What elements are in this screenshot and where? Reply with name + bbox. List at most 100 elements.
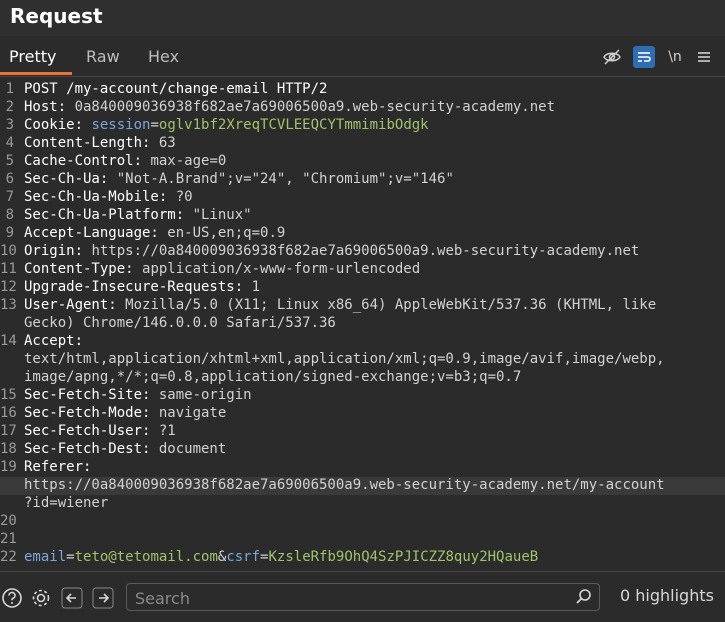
cookie-part: Cookie: bbox=[24, 117, 92, 133]
line-number: 18 bbox=[0, 441, 17, 457]
header-value: en-US,en;q=0.9 bbox=[167, 225, 286, 241]
line-number: 10 bbox=[0, 243, 17, 259]
header-name: Content-Length: bbox=[24, 135, 159, 151]
code-line[interactable]: ?id=wiener bbox=[0, 495, 725, 513]
header-value: https://0a840009036938f682ae7a69006500a9… bbox=[24, 477, 665, 493]
line-content: POST /my-account/change-email HTTP/2 bbox=[24, 81, 327, 97]
line-content: Upgrade-Insecure-Requests: 1 bbox=[24, 279, 260, 295]
search-box bbox=[126, 583, 600, 611]
code-line[interactable]: 4 Content-Length: 63 bbox=[0, 135, 725, 153]
header-value: Mozilla/5.0 (X11; Linux x86_64) AppleWeb… bbox=[125, 297, 657, 313]
line-content: Origin: https://0a840009036938f682ae7a69… bbox=[24, 243, 639, 259]
code-line[interactable]: 16 Sec-Fetch-Mode: navigate bbox=[0, 405, 725, 423]
code-line[interactable]: 15 Sec-Fetch-Site: same-origin bbox=[0, 387, 725, 405]
cookie-part: oglv1bf2XreqTCVLEEQCYTmmimibOdgk bbox=[158, 117, 429, 133]
help-icon[interactable] bbox=[0, 586, 24, 610]
code-line[interactable]: 19 Referer: bbox=[0, 459, 725, 477]
code-line[interactable]: 13 User-Agent: Mozilla/5.0 (X11; Linux x8… bbox=[0, 297, 725, 315]
line-content: Host: 0a840009036938f682ae7a69006500a9.w… bbox=[24, 99, 555, 115]
code-line[interactable]: 5 Cache-Control: max-age=0 bbox=[0, 153, 725, 171]
code-line[interactable]: image/apng,*/*;q=0.8,application/signed-… bbox=[0, 369, 725, 387]
code-line[interactable]: 3 Cookie: session=oglv1bf2XreqTCVLEEQCYTm… bbox=[0, 117, 725, 135]
line-content: Sec-Ch-Ua-Mobile: ?0 bbox=[24, 189, 193, 205]
line-content: Sec-Ch-Ua: "Not-A.Brand";v="24", "Chromi… bbox=[24, 171, 454, 187]
header-value: 0a840009036938f682ae7a69006500a9.web-sec… bbox=[74, 99, 556, 115]
code-line[interactable]: 20 bbox=[0, 513, 725, 531]
tab-hex[interactable]: Hex bbox=[148, 47, 179, 66]
line-number: 14 bbox=[0, 333, 17, 349]
code-line[interactable]: https://0a840009036938f682ae7a69006500a9… bbox=[0, 477, 725, 495]
header-name: Accept: bbox=[24, 333, 84, 349]
tab-pretty[interactable]: Pretty bbox=[9, 47, 56, 66]
eye-off-icon[interactable] bbox=[601, 46, 623, 68]
code-line[interactable]: 6 Sec-Ch-Ua: "Not-A.Brand";v="24", "Chrom… bbox=[0, 171, 725, 189]
line-content: Sec-Fetch-Dest: document bbox=[24, 441, 226, 457]
cookie-part: = bbox=[150, 117, 159, 133]
header-value: Gecko) Chrome/146.0.0.0 Safari/537.36 bbox=[24, 315, 336, 331]
header-value: 63 bbox=[158, 135, 176, 151]
code-line[interactable]: 9 Accept-Language: en-US,en;q=0.9 bbox=[0, 225, 725, 243]
line-number: 16 bbox=[0, 405, 17, 421]
header-value: ?1 bbox=[158, 423, 176, 439]
code-line[interactable]: 21 bbox=[0, 531, 725, 549]
search-input[interactable] bbox=[133, 587, 567, 609]
code-line[interactable]: 12 Upgrade-Insecure-Requests: 1 bbox=[0, 279, 725, 297]
menu-icon[interactable] bbox=[693, 46, 715, 68]
line-number: 3 bbox=[5, 117, 14, 133]
line-number: 11 bbox=[0, 261, 17, 277]
line-number: 5 bbox=[5, 153, 14, 169]
title-bar: Request bbox=[0, 0, 725, 36]
line-number: 9 bbox=[5, 225, 14, 241]
code-line[interactable]: 8 Sec-Ch-Ua-Platform: "Linux" bbox=[0, 207, 725, 225]
line-content: Sec-Fetch-Site: same-origin bbox=[24, 387, 252, 403]
code-line[interactable]: 7 Sec-Ch-Ua-Mobile: ?0 bbox=[0, 189, 725, 207]
header-name: Sec-Ch-Ua-Platform: bbox=[24, 207, 193, 223]
line-number: 22 bbox=[0, 549, 17, 565]
wrap-lines-icon[interactable] bbox=[633, 46, 655, 68]
cookie-part: session bbox=[91, 117, 151, 133]
line-content: Sec-Fetch-User: ?1 bbox=[24, 423, 176, 439]
header-name: Content-Type: bbox=[24, 261, 143, 277]
body-param-part: = bbox=[66, 549, 75, 565]
code-line[interactable]: Gecko) Chrome/146.0.0.0 Safari/537.36 bbox=[0, 315, 725, 333]
line-number: 17 bbox=[0, 423, 17, 439]
line-number: 12 bbox=[0, 279, 17, 295]
header-value: image/apng,*/*;q=0.8,application/signed-… bbox=[24, 369, 522, 385]
line-number: 8 bbox=[5, 207, 14, 223]
code-line[interactable]: 11 Content-Type: application/x-www-form-u… bbox=[0, 261, 725, 279]
code-line[interactable]: text/html,application/xhtml+xml,applicat… bbox=[0, 351, 725, 369]
header-name: Host: bbox=[24, 99, 75, 115]
header-value: ?0 bbox=[175, 189, 193, 205]
line-number: 19 bbox=[0, 459, 17, 475]
newline-toggle[interactable]: \n bbox=[664, 46, 686, 68]
header-name: Sec-Fetch-Mode: bbox=[24, 405, 159, 421]
line-content: email=teto@tetomail.com&csrf=KzsleRfb9Oh… bbox=[24, 549, 538, 565]
code-line[interactable]: 10 Origin: https://0a840009036938f682ae7a… bbox=[0, 243, 725, 261]
code-line[interactable]: 2 Host: 0a840009036938f682ae7a69006500a9.… bbox=[0, 99, 725, 117]
forward-arrow-icon[interactable] bbox=[91, 586, 115, 610]
gear-icon[interactable] bbox=[29, 586, 53, 610]
back-arrow-icon[interactable] bbox=[60, 586, 84, 610]
active-tab-indicator bbox=[0, 72, 72, 75]
line-number: 4 bbox=[5, 135, 14, 151]
code-line[interactable]: 18 Sec-Fetch-Dest: document bbox=[0, 441, 725, 459]
header-name: Accept-Language: bbox=[24, 225, 168, 241]
body-param-part: KzsleRfb9OhQ4SzPJICZZ8quy2HQaueB bbox=[268, 549, 539, 565]
line-content: Accept-Language: en-US,en;q=0.9 bbox=[24, 225, 285, 241]
code-line[interactable]: 22 email=teto@tetomail.com&csrf=KzsleRfb9… bbox=[0, 549, 725, 567]
header-value: 1 bbox=[251, 279, 261, 295]
request-editor[interactable]: 1 POST /my-account/change-email HTTP/2 2 Ho… bbox=[0, 77, 725, 569]
tab-raw[interactable]: Raw bbox=[86, 47, 120, 66]
code-line[interactable]: 1 POST /my-account/change-email HTTP/2 bbox=[0, 81, 725, 99]
code-line[interactable]: 14 Accept: bbox=[0, 333, 725, 351]
code-line[interactable]: 17 Sec-Fetch-User: ?1 bbox=[0, 423, 725, 441]
header-name: Sec-Fetch-Dest: bbox=[24, 441, 159, 457]
line-content: Content-Type: application/x-www-form-url… bbox=[24, 261, 420, 277]
line-content: text/html,application/xhtml+xml,applicat… bbox=[24, 351, 665, 367]
line-number: 2 bbox=[5, 99, 14, 115]
header-value: application/x-www-form-urlencoded bbox=[142, 261, 421, 277]
header-name: Sec-Fetch-User: bbox=[24, 423, 159, 439]
search-icon[interactable] bbox=[575, 588, 593, 606]
line-content: Gecko) Chrome/146.0.0.0 Safari/537.36 bbox=[24, 315, 336, 331]
bottom-bar: 0 highlights bbox=[0, 571, 725, 622]
